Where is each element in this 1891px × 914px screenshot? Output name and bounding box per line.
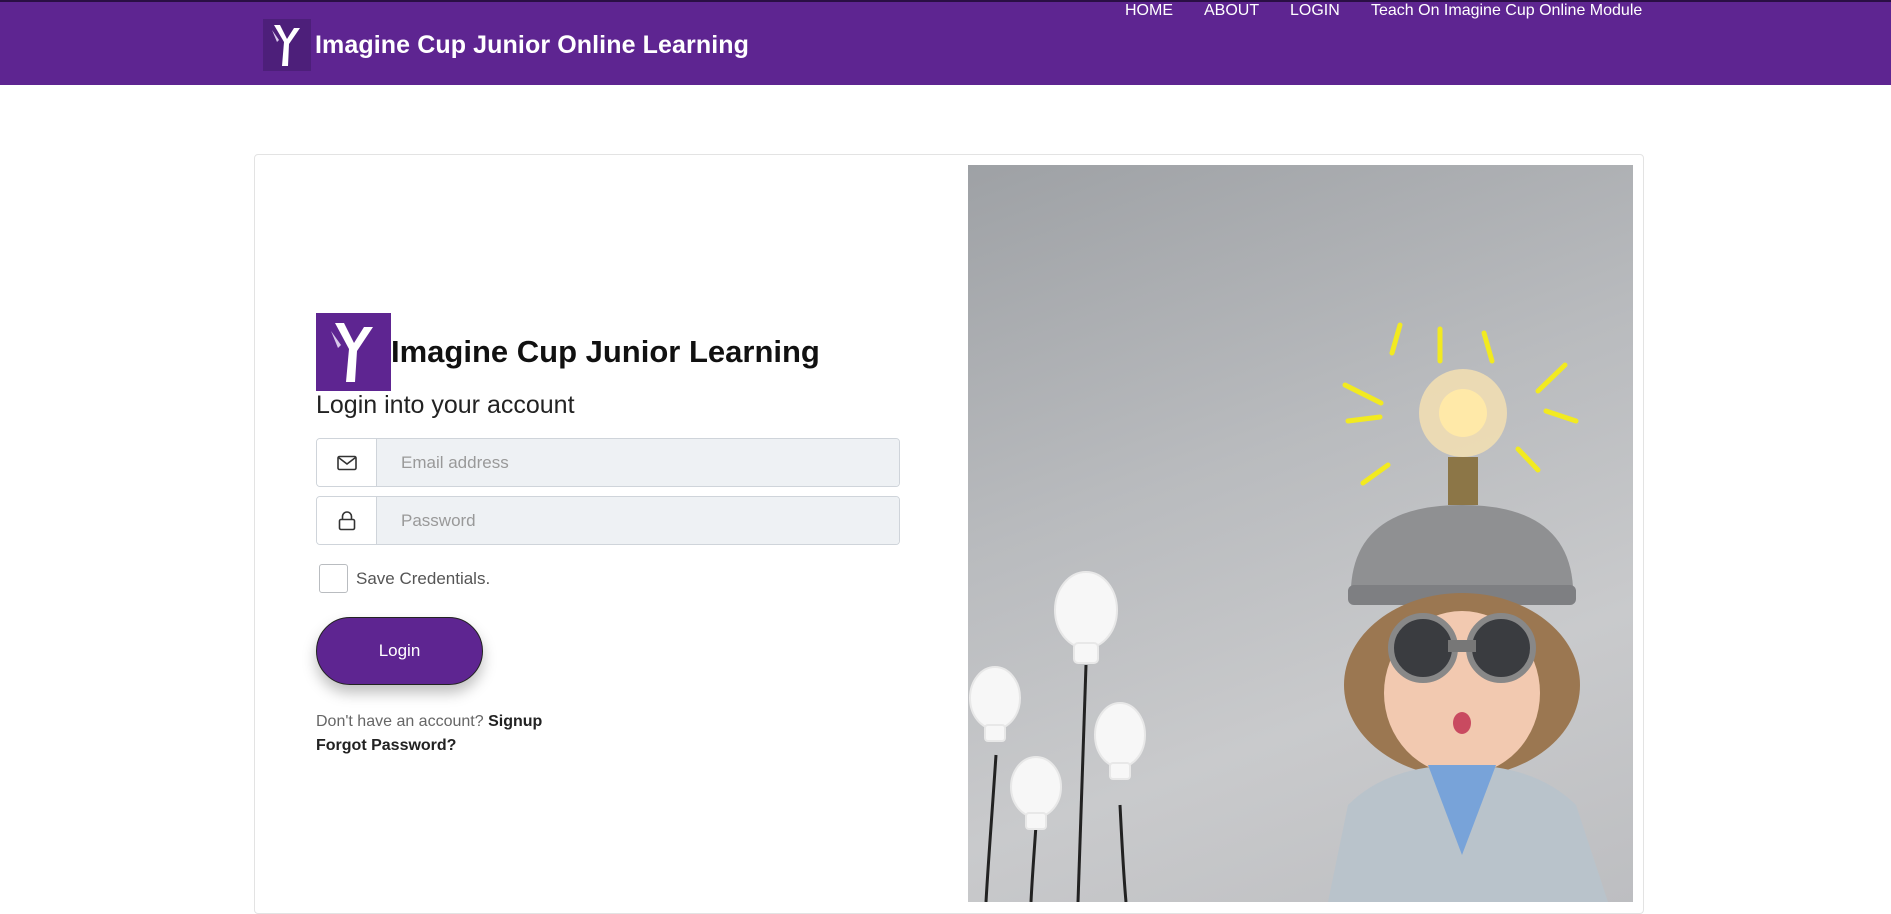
brand-title: Imagine Cup Junior Online Learning (315, 30, 749, 59)
signup-row: Don't have an account? Signup (316, 713, 542, 731)
login-brand: Imagine Cup Junior Learning (316, 313, 820, 391)
login-heading: Login into your account (316, 391, 575, 419)
signup-link[interactable]: Signup (488, 713, 542, 730)
doodle-bulb-shapes (969, 571, 1146, 830)
envelope-icon (317, 439, 377, 486)
save-credentials-row: Save Credentials. (319, 564, 490, 593)
brand-logo-icon (263, 19, 311, 71)
nav-login[interactable]: LOGIN (1290, 2, 1340, 20)
brand-link[interactable]: Imagine Cup Junior Online Learning (263, 19, 749, 71)
email-input[interactable] (377, 439, 899, 486)
save-credentials-label: Save Credentials. (356, 568, 491, 588)
nav-about[interactable]: ABOUT (1204, 2, 1259, 20)
password-input[interactable] (377, 497, 899, 544)
lock-icon (317, 497, 377, 544)
brand-logo-icon (316, 313, 391, 391)
nav-home[interactable]: HOME (1125, 2, 1173, 20)
password-group (316, 496, 900, 545)
nav-teach[interactable]: Teach On Imagine Cup Online Module (1371, 2, 1642, 20)
save-credentials-checkbox[interactable] (319, 564, 348, 593)
login-button[interactable]: Login (316, 617, 483, 685)
top-navbar: Imagine Cup Junior Online Learning HOME … (0, 0, 1891, 85)
email-group (316, 438, 900, 487)
forgot-password-link[interactable]: Forgot Password? (316, 737, 456, 755)
no-account-text: Don't have an account? (316, 713, 484, 730)
hero-image (968, 165, 1633, 902)
login-brand-title: Imagine Cup Junior Learning (391, 334, 820, 369)
